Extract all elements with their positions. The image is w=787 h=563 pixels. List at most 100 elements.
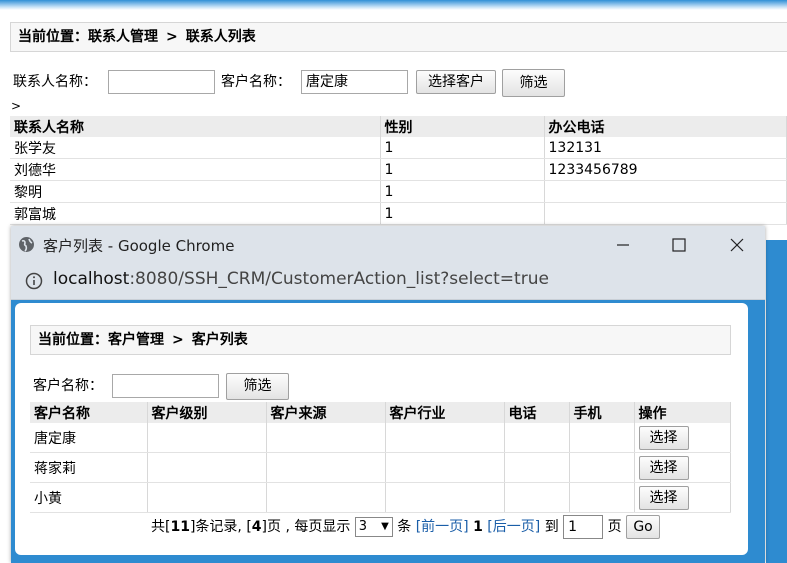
column-header-office-phone: 办公电话 <box>544 116 787 137</box>
next-page-link[interactable]: [后一页] <box>487 519 540 535</box>
address-bar[interactable]: localhost:8080/SSH_CRM/CustomerAction_li… <box>11 263 765 300</box>
maximize-icon[interactable] <box>667 236 691 254</box>
table-row: 蒋家莉 选择 <box>30 452 731 483</box>
pagination: 共[11]条记录, [4]页 , 每页显示 3 ▼ 条 [前一页] 1 [后一页]… <box>151 515 661 539</box>
column-header-contact-name: 联系人名称 <box>10 116 381 137</box>
table-row: 唐定康 选择 <box>30 423 731 453</box>
column-header-customer-industry: 客户行业 <box>385 402 505 423</box>
table-header-row: 客户名称 客户级别 客户来源 客户行业 电话 手机 操作 <box>30 402 731 423</box>
background-panel <box>766 240 787 563</box>
cell-office-phone <box>544 180 787 203</box>
popup-breadcrumb: 当前位置：客户管理 > 客户列表 <box>30 325 731 355</box>
select-customer-row-button[interactable]: 选择 <box>638 485 689 510</box>
cell-customer-name: 唐定康 <box>30 423 148 453</box>
customer-name-input[interactable]: 唐定康 <box>301 70 408 94</box>
minimize-icon[interactable] <box>611 238 635 252</box>
cell-phone <box>504 452 570 483</box>
table-row: 郭富城 1 <box>10 202 787 225</box>
popup-customer-name-label: 客户名称： <box>33 378 103 394</box>
window-titlebar[interactable]: 客户列表 - Google Chrome <box>11 226 765 263</box>
window-title: 客户列表 - Google Chrome <box>43 237 235 255</box>
globe-icon <box>19 237 34 252</box>
cell-contact-name: 黎明 <box>10 180 381 203</box>
cell-customer-source <box>266 452 386 483</box>
page-size-value: 3 <box>358 519 368 534</box>
column-header-action: 操作 <box>634 402 731 423</box>
breadcrumb-page: 联系人列表 <box>185 29 256 45</box>
contact-name-label: 联系人名称： <box>13 74 97 90</box>
popup-page-frame: 当前位置：客户管理 > 客户列表 客户名称： 筛选 客户名称 客户级别 客户来源 客… <box>11 300 765 563</box>
cell-mobile <box>569 452 635 483</box>
cell-office-phone: 132131 <box>544 137 787 159</box>
breadcrumb-separator-icon: > <box>172 332 184 348</box>
popup-customer-name-input[interactable] <box>112 374 219 398</box>
cell-customer-industry <box>385 452 505 483</box>
cell-customer-name: 小黄 <box>30 482 148 513</box>
column-header-phone: 电话 <box>504 402 570 423</box>
select-customer-button[interactable]: 选择客户 <box>416 70 496 94</box>
cell-phone <box>504 482 570 513</box>
url-host: localhost <box>53 269 130 289</box>
breadcrumb-label: 当前位置： <box>38 332 108 348</box>
cell-gender: 1 <box>380 137 545 159</box>
filter-button[interactable]: 筛选 <box>502 69 565 97</box>
column-header-gender: 性别 <box>380 116 545 137</box>
close-icon[interactable] <box>725 236 749 254</box>
customers-table: 客户名称 客户级别 客户来源 客户行业 电话 手机 操作 唐定康 选择 蒋家莉 … <box>30 402 731 513</box>
table-header-row: 联系人名称 性别 办公电话 <box>10 116 787 137</box>
pager-per-page-label: ]页 , 每页显示 <box>261 519 351 535</box>
cell-customer-level <box>147 452 267 483</box>
column-header-customer-name: 客户名称 <box>30 402 148 423</box>
cell-customer-industry <box>385 482 505 513</box>
breadcrumb-page: 客户列表 <box>191 332 248 348</box>
cell-customer-source <box>266 482 386 513</box>
popup-page-content: 当前位置：客户管理 > 客户列表 客户名称： 筛选 客户名称 客户级别 客户来源 客… <box>15 303 748 555</box>
contacts-table: 联系人名称 性别 办公电话 张学友 1 132131 刘德华 1 1233456… <box>10 116 787 225</box>
pager-page-count: 4 <box>251 519 262 535</box>
page-url: localhost:8080/SSH_CRM/CustomerAction_li… <box>53 269 549 289</box>
customer-name-label: 客户名称： <box>221 74 291 90</box>
go-button[interactable]: Go <box>626 515 661 539</box>
column-header-customer-source: 客户来源 <box>266 402 386 423</box>
select-customer-row-button[interactable]: 选择 <box>638 455 689 480</box>
cell-action: 选择 <box>634 423 731 453</box>
cell-customer-source <box>266 423 386 453</box>
cell-action: 选择 <box>634 482 731 513</box>
pager-total-suffix: ]条记录, [ <box>189 519 252 535</box>
cell-customer-industry <box>385 423 505 453</box>
table-row: 张学友 1 132131 <box>10 137 787 159</box>
page-label: 页 <box>607 519 622 535</box>
column-header-mobile: 手机 <box>569 402 635 423</box>
pager-total-count: 11 <box>170 519 190 535</box>
customer-list-popup-window: 客户列表 - Google Chrome localhost:8080/SSH_… <box>11 226 765 563</box>
table-row: 黎明 1 <box>10 180 787 203</box>
url-path: :8080/SSH_CRM/CustomerAction_list?select… <box>129 269 549 289</box>
cell-gender: 1 <box>380 158 545 181</box>
cell-contact-name: 郭富城 <box>10 202 381 225</box>
popup-filter-button[interactable]: 筛选 <box>226 373 289 400</box>
page-size-select[interactable]: 3 ▼ <box>354 517 393 537</box>
table-row: 小黄 选择 <box>30 482 731 513</box>
cell-customer-level <box>147 482 267 513</box>
cell-phone <box>504 423 570 453</box>
top-gradient-strip <box>0 0 787 10</box>
prev-page-link[interactable]: [前一页] <box>416 519 469 535</box>
breadcrumb-separator-icon: > <box>166 29 178 45</box>
cell-gender: 1 <box>380 180 545 203</box>
breadcrumb: 当前位置：联系人管理 > 联系人列表 <box>10 22 787 52</box>
cell-office-phone <box>544 202 787 225</box>
goto-label: 到 <box>544 519 559 535</box>
pager-unit-label: 条 <box>397 519 412 535</box>
cell-customer-level <box>147 423 267 453</box>
select-customer-row-button[interactable]: 选择 <box>638 425 689 450</box>
breadcrumb-section: 联系人管理 <box>88 29 158 45</box>
cell-mobile <box>569 482 635 513</box>
breadcrumb-section: 客户管理 <box>108 332 164 348</box>
info-icon <box>25 272 43 290</box>
goto-page-input[interactable]: 1 <box>563 515 604 539</box>
cell-mobile <box>569 423 635 453</box>
table-row: 刘德华 1 1233456789 <box>10 158 787 181</box>
current-page-number: 1 <box>473 519 483 535</box>
column-header-customer-level: 客户级别 <box>147 402 267 423</box>
contact-name-input[interactable] <box>108 70 215 94</box>
